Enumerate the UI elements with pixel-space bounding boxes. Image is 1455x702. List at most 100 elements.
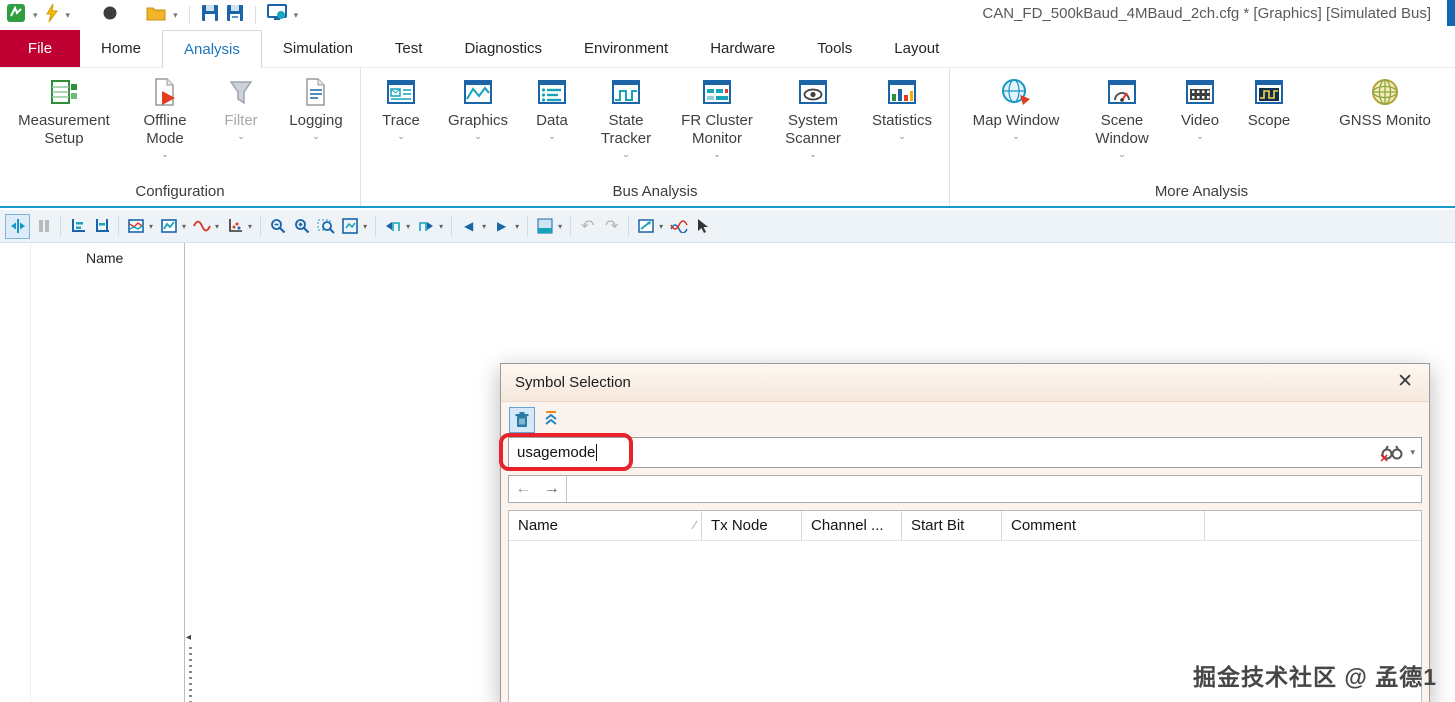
fit-to-window-icon[interactable]: [339, 216, 360, 237]
dropdown-caret-icon[interactable]: ▾: [149, 222, 153, 231]
start-measurement-caret-icon[interactable]: ▾: [66, 10, 71, 21]
dialog-titlebar[interactable]: Symbol Selection ✕: [501, 364, 1429, 402]
redo-icon[interactable]: ↷: [601, 216, 622, 237]
column-header-start-bit[interactable]: Start Bit: [902, 511, 1002, 540]
undo-icon[interactable]: ↶: [577, 216, 598, 237]
ribbon-item-trace[interactable]: Trace ⌄: [374, 74, 428, 142]
ribbon-item-fr-cluster-monitor[interactable]: FR Cluster Monitor ⌄: [676, 74, 758, 160]
collapse-all-icon[interactable]: [543, 410, 559, 431]
symbol-search-input[interactable]: usagemode ✕ ▾: [508, 437, 1422, 468]
pause-icon[interactable]: [33, 216, 54, 237]
column-header-tx-node[interactable]: Tx Node: [702, 511, 802, 540]
save-as-icon[interactable]: [226, 4, 244, 27]
navigate-back-icon[interactable]: ◀: [458, 216, 479, 237]
display-mode-icon[interactable]: [534, 216, 555, 237]
dropdown-caret-icon[interactable]: ▾: [439, 222, 443, 231]
ribbon-item-data[interactable]: Data ⌄: [528, 74, 576, 142]
ribbon-item-map-window[interactable]: Map Window ⌄: [963, 74, 1069, 142]
tab-hardware[interactable]: Hardware: [689, 30, 796, 67]
dropdown-caret-icon[interactable]: ⌄: [713, 149, 721, 160]
dropdown-caret-icon[interactable]: ▾: [363, 222, 367, 231]
navigate-forward-icon[interactable]: ▶: [491, 216, 512, 237]
zoom-selection-icon[interactable]: [315, 216, 336, 237]
search-dropdown-caret-icon[interactable]: ▾: [1410, 447, 1415, 458]
zoom-out-icon[interactable]: [267, 216, 288, 237]
app-logo-icon[interactable]: [6, 3, 26, 28]
tab-tools[interactable]: Tools: [796, 30, 873, 67]
dropdown-caret-icon[interactable]: ⌄: [161, 149, 169, 160]
dropdown-caret-icon[interactable]: ▾: [482, 222, 486, 231]
align-left-axis-icon[interactable]: [67, 216, 88, 237]
step-previous-signal-icon[interactable]: [382, 216, 403, 237]
ribbon-item-system-scanner[interactable]: System Scanner ⌄: [776, 74, 850, 160]
panel-splitter[interactable]: ◂: [186, 243, 197, 702]
dropdown-caret-icon[interactable]: ▾: [215, 222, 219, 231]
tab-home[interactable]: Home: [80, 30, 162, 67]
stacked-chart-icon[interactable]: [125, 216, 146, 237]
column-header-name[interactable]: Name ∕: [509, 511, 702, 540]
ribbon-item-graphics[interactable]: Graphics ⌄: [446, 74, 510, 142]
dropdown-caret-icon[interactable]: ▾: [558, 222, 562, 231]
line-chart-icon[interactable]: [158, 216, 179, 237]
trend-chart-icon[interactable]: [635, 216, 656, 237]
ribbon-item-scope[interactable]: Scope: [1243, 74, 1295, 142]
ribbon-item-scene-window[interactable]: Scene Window ⌄: [1087, 74, 1157, 160]
open-folder-icon[interactable]: [146, 5, 166, 26]
dropdown-caret-icon[interactable]: ⌄: [809, 149, 817, 160]
tab-file[interactable]: File: [0, 30, 80, 67]
tab-test[interactable]: Test: [374, 30, 444, 67]
dropdown-caret-icon[interactable]: ⌄: [474, 131, 482, 142]
search-symbols-icon[interactable]: ✕: [1379, 444, 1405, 465]
dropdown-caret-icon[interactable]: ⌄: [622, 149, 630, 160]
dropdown-caret-icon[interactable]: ⌄: [898, 131, 906, 142]
ribbon-item-video[interactable]: Video ⌄: [1175, 74, 1225, 142]
column-header-comment[interactable]: Comment: [1002, 511, 1205, 540]
tab-diagnostics[interactable]: Diagnostics: [443, 30, 563, 67]
dropdown-caret-icon[interactable]: ▾: [248, 222, 252, 231]
history-back-icon[interactable]: ←: [515, 481, 531, 497]
dropdown-caret-icon[interactable]: ⌄: [397, 131, 405, 142]
ribbon-item-offline-mode[interactable]: Offline Mode ⌄: [133, 74, 197, 160]
ribbon-item-statistics[interactable]: Statistics ⌄: [868, 74, 936, 142]
signal-cursor-icon[interactable]: [5, 213, 30, 239]
compare-signals-icon[interactable]: [668, 216, 689, 237]
ribbon-item-measurement-setup[interactable]: Measurement Setup: [13, 74, 115, 160]
xy-plot-icon[interactable]: [224, 216, 245, 237]
curve-red-icon[interactable]: [191, 216, 212, 237]
step-next-signal-icon[interactable]: [415, 216, 436, 237]
legend-name-column-header[interactable]: Name: [86, 250, 123, 266]
legend-panel[interactable]: Name: [0, 243, 185, 702]
pointer-mode-icon[interactable]: [692, 216, 713, 237]
start-measurement-icon[interactable]: [45, 3, 59, 28]
tab-environment[interactable]: Environment: [563, 30, 689, 67]
dropdown-caret-icon[interactable]: ▾: [515, 222, 519, 231]
clear-filter-button[interactable]: [509, 407, 535, 433]
dropdown-caret-icon[interactable]: ▾: [182, 222, 186, 231]
dropdown-caret-icon[interactable]: ▾: [659, 222, 663, 231]
dropdown-caret-icon[interactable]: ⌄: [1012, 131, 1020, 142]
dropdown-caret-icon[interactable]: ⌄: [312, 131, 320, 142]
ribbon-item-gnss-monitor[interactable]: GNSS Monito: [1330, 74, 1440, 142]
close-icon[interactable]: ✕: [1397, 372, 1413, 392]
tab-layout[interactable]: Layout: [873, 30, 960, 67]
splitter-collapse-icon[interactable]: ◂: [186, 633, 191, 643]
align-both-axes-icon[interactable]: [91, 216, 112, 237]
column-header-channel[interactable]: Channel ...: [802, 511, 902, 540]
dropdown-caret-icon[interactable]: ⌄: [1196, 131, 1204, 142]
history-forward-icon[interactable]: →: [544, 481, 560, 497]
dropdown-caret-icon[interactable]: ⌄: [548, 131, 556, 142]
compile-icon[interactable]: [266, 3, 287, 27]
open-folder-caret-icon[interactable]: ▾: [173, 10, 178, 21]
dropdown-caret-icon[interactable]: ⌄: [1118, 149, 1126, 160]
ribbon-item-state-tracker[interactable]: State Tracker ⌄: [594, 74, 658, 160]
record-icon[interactable]: [102, 5, 118, 26]
dropdown-caret-icon[interactable]: ▾: [406, 222, 410, 231]
tab-analysis[interactable]: Analysis: [162, 30, 262, 68]
save-icon[interactable]: [201, 4, 219, 27]
splitter-handle[interactable]: [189, 647, 192, 702]
tab-simulation[interactable]: Simulation: [262, 30, 374, 67]
zoom-in-icon[interactable]: [291, 216, 312, 237]
qat-more-caret-icon[interactable]: ▾: [294, 10, 299, 21]
app-menu-caret-icon[interactable]: ▾: [33, 10, 38, 21]
ribbon-item-logging[interactable]: Logging ⌄: [285, 74, 347, 142]
